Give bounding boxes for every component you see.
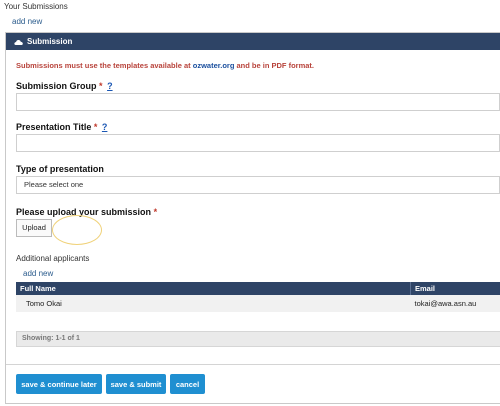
divider [6, 364, 500, 365]
column-email[interactable]: Email [410, 282, 500, 295]
submission-panel: Submission Submissions must use the temp… [5, 32, 500, 404]
applicant-name: Tomo Okai [16, 295, 411, 312]
submission-group-label-text: Submission Group [16, 81, 97, 91]
additional-applicants-title: Additional applicants [16, 254, 90, 263]
required-marker: * [93, 122, 98, 132]
panel-header: Submission [6, 33, 500, 50]
required-marker: * [153, 207, 158, 217]
add-submission-link[interactable]: add new [12, 17, 42, 26]
cloud-icon [14, 39, 23, 45]
type-of-presentation-label: Type of presentation [16, 164, 104, 174]
pagination-status: Showing: 1-1 of 1 [16, 331, 500, 347]
save-continue-button[interactable]: save & continue later [16, 374, 102, 394]
presentation-title-input[interactable] [16, 134, 500, 152]
ozwater-link[interactable]: ozwater.org [193, 61, 235, 70]
notice-text: Submissions must use the templates avail… [16, 61, 193, 70]
table-header: Full Name Email [16, 282, 500, 295]
save-submit-button[interactable]: save & submit [106, 374, 166, 394]
add-applicant-link[interactable]: add new [23, 269, 53, 278]
notice-text-end: and be in PDF format. [234, 61, 315, 70]
help-link[interactable]: ? [102, 122, 108, 132]
type-of-presentation-select[interactable]: Please select one [16, 176, 500, 194]
help-link[interactable]: ? [107, 81, 113, 91]
cursor-highlight [52, 215, 102, 245]
presentation-title-label: Presentation Title * ? [16, 122, 107, 132]
submission-group-label: Submission Group * ? [16, 81, 113, 91]
panel-title: Submission [27, 37, 73, 46]
submission-group-input[interactable] [16, 93, 500, 111]
applicants-table: Full Name Email Tomo Okai tokai@awa.asn.… [16, 282, 500, 312]
required-marker: * [99, 81, 103, 91]
cancel-button[interactable]: cancel [170, 374, 205, 394]
column-full-name[interactable]: Full Name [16, 282, 411, 295]
presentation-title-label-text: Presentation Title [16, 122, 92, 132]
page-title: Your Submissions [4, 2, 68, 11]
table-row[interactable]: Tomo Okai tokai@awa.asn.au [16, 295, 500, 312]
template-notice: Submissions must use the templates avail… [16, 61, 314, 70]
applicant-email: tokai@awa.asn.au [410, 295, 500, 312]
upload-button[interactable]: Upload [16, 219, 52, 237]
